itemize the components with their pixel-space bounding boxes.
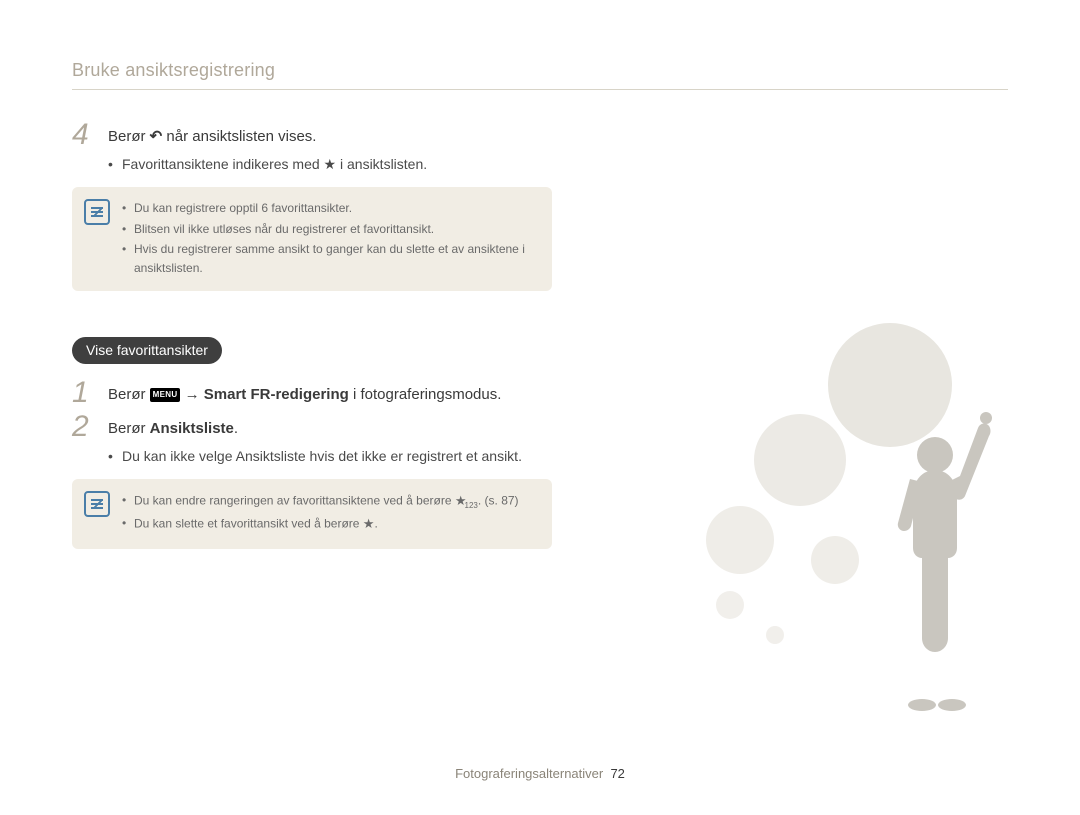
text: Du kan slette et favorittansikt ved å be… bbox=[134, 517, 363, 531]
text: i fotograferingsmodus. bbox=[349, 386, 502, 403]
list-item: Favorittansiktene indikeres med ★ i ansi… bbox=[108, 154, 552, 175]
note-box-2: Du kan endre rangeringen av favorittansi… bbox=[72, 479, 552, 548]
star-icon: ★ bbox=[324, 156, 337, 172]
text: . (s. 87) bbox=[478, 494, 519, 508]
step-text: Berør Ansiktsliste. bbox=[108, 412, 238, 441]
text: Du kan endre rangeringen av favorittansi… bbox=[134, 494, 455, 508]
text: Berør bbox=[108, 128, 150, 145]
step-number: 4 bbox=[72, 120, 100, 150]
bold-text: Ansiktsliste bbox=[150, 420, 234, 437]
note-item: Hvis du registrerer samme ansikt to gang… bbox=[122, 240, 538, 277]
step-4-bullets: Favorittansiktene indikeres med ★ i ansi… bbox=[108, 154, 552, 175]
content-column: 4 Berør ↶ når ansiktslisten vises. Favor… bbox=[72, 120, 552, 549]
star-delete-icon: ★ bbox=[363, 516, 375, 531]
section-heading: Vise favorittansikter bbox=[72, 337, 222, 364]
bold-text: Smart FR-redigering bbox=[204, 386, 349, 403]
text: Favorittansiktene indikeres med bbox=[122, 156, 324, 172]
text: Berør bbox=[108, 386, 150, 403]
text: Du kan ikke velge bbox=[122, 448, 236, 464]
text: . bbox=[374, 517, 377, 531]
icon-subscript: 123 bbox=[465, 501, 478, 510]
step-1: 1 Berør MENU → Smart FR-redigering i fot… bbox=[72, 378, 552, 408]
footer-section: Fotograferingsalternativer bbox=[455, 766, 603, 781]
step-2-bullets: Du kan ikke velge Ansiktsliste hvis det … bbox=[108, 446, 552, 467]
text: hvis det ikke er registrert et ansikt. bbox=[306, 448, 522, 464]
note-icon bbox=[84, 491, 110, 517]
text: Berør bbox=[108, 420, 150, 437]
step-text: Berør MENU → Smart FR-redigering i fotog… bbox=[108, 378, 501, 407]
arrow-icon: → bbox=[180, 386, 203, 403]
step-2: 2 Berør Ansiktsliste. bbox=[72, 412, 552, 442]
document-page: Bruke ansiktsregistrering 4 Berør ↶ når … bbox=[0, 0, 1080, 815]
note-box-1: Du kan registrere opptil 6 favorittansik… bbox=[72, 187, 552, 291]
back-icon: ↶ bbox=[150, 126, 163, 149]
note-item: Du kan registrere opptil 6 favorittansik… bbox=[122, 199, 538, 218]
text: . bbox=[234, 420, 238, 437]
note-item: Du kan endre rangeringen av favorittansi… bbox=[122, 491, 538, 512]
step-number: 1 bbox=[72, 378, 100, 408]
page-number: 72 bbox=[610, 766, 624, 781]
bold-text: Ansiktsliste bbox=[236, 448, 306, 464]
menu-icon: MENU bbox=[150, 388, 181, 402]
text: i ansiktslisten. bbox=[336, 156, 427, 172]
list-item: Du kan ikke velge Ansiktsliste hvis det … bbox=[108, 446, 552, 467]
step-text: Berør ↶ når ansiktslisten vises. bbox=[108, 120, 316, 149]
note-item: Du kan slette et favorittansikt ved å be… bbox=[122, 514, 538, 534]
page-footer: Fotograferingsalternativer 72 bbox=[0, 766, 1080, 781]
step-number: 2 bbox=[72, 412, 100, 442]
breadcrumb: Bruke ansiktsregistrering bbox=[72, 60, 1008, 90]
step-4: 4 Berør ↶ når ansiktslisten vises. bbox=[72, 120, 552, 150]
decorative-illustration bbox=[680, 305, 1020, 725]
note-icon bbox=[84, 199, 110, 225]
text: når ansiktslisten vises. bbox=[162, 128, 316, 145]
note-item: Blitsen vil ikke utløses når du registre… bbox=[122, 220, 538, 239]
